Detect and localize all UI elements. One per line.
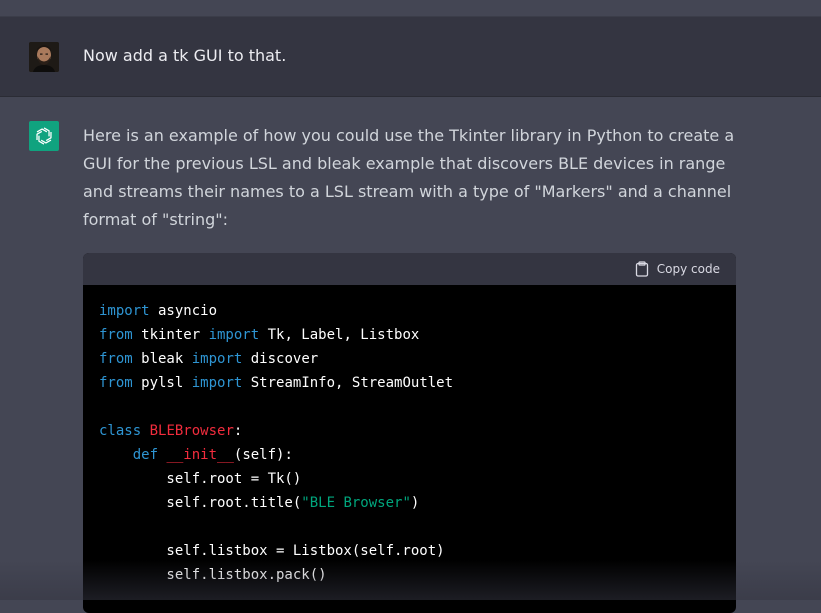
code-token: self.listbox.pack() — [99, 567, 327, 583]
user-avatar-image — [29, 42, 59, 72]
code-token: self.root.title( — [99, 495, 302, 511]
code-token: import — [191, 375, 243, 391]
code-line: self.listbox.pack() — [99, 563, 720, 587]
copy-code-label: Copy code — [656, 262, 720, 276]
previous-message-strip — [0, 0, 821, 17]
copy-code-button[interactable]: Copy code — [635, 261, 720, 277]
code-line: from pylsl import StreamInfo, StreamOutl… — [99, 371, 720, 395]
code-token: tkinter — [132, 327, 209, 343]
code-token: class — [99, 423, 142, 439]
code-token: StreamInfo, StreamOutlet — [242, 375, 454, 391]
code-line: from tkinter import Tk, Label, Listbox — [99, 323, 720, 347]
code-token: import — [99, 303, 150, 319]
code-token: import — [208, 327, 260, 343]
code-token: from — [99, 351, 133, 367]
openai-logo-icon — [29, 121, 59, 151]
code-token: pylsl — [132, 375, 192, 391]
code-token: __init__ — [166, 447, 234, 463]
code-token: self.root = Tk() — [99, 471, 302, 487]
assistant-message-row: Here is an example of how you could use … — [0, 97, 821, 613]
code-line: self.listbox = Listbox(self.root) — [99, 539, 720, 563]
code-token: : — [233, 423, 243, 439]
code-line: self.root.title("BLE Browser") — [99, 491, 720, 515]
code-token: self.listbox = Listbox(self.root) — [99, 543, 445, 559]
assistant-message-text: Here is an example of how you could use … — [83, 126, 735, 229]
code-token: import — [191, 351, 243, 367]
code-token: def — [132, 447, 159, 463]
user-avatar — [29, 42, 59, 72]
code-line: class BLEBrowser: — [99, 419, 720, 443]
code-token: ) — [410, 495, 420, 511]
code-block-header: Copy code — [83, 253, 736, 285]
user-message-row: Now add a tk GUI to that. — [0, 17, 821, 97]
code-block: Copy code import asyncio from tkinter imp… — [83, 253, 736, 613]
code-token: asyncio — [149, 303, 218, 319]
code-token: discover — [242, 351, 319, 367]
code-token: from — [99, 327, 133, 343]
code-line: self.root = Tk() — [99, 467, 720, 491]
code-token: from — [99, 375, 133, 391]
user-message-text: Now add a tk GUI to that. — [83, 46, 287, 65]
code-token: bleak — [132, 351, 192, 367]
code-line: def __init__(self): — [99, 443, 720, 467]
code-token: BLEBrowser — [149, 423, 234, 439]
code-content: import asyncio from tkinter import Tk, La… — [83, 285, 736, 601]
code-token: Tk, Label, Listbox — [259, 327, 420, 343]
code-token: "BLE Browser" — [301, 495, 411, 511]
code-line: import asyncio — [99, 299, 720, 323]
clipboard-icon — [635, 261, 648, 277]
code-line: from bleak import discover — [99, 347, 720, 371]
code-token: (self): — [233, 447, 293, 463]
